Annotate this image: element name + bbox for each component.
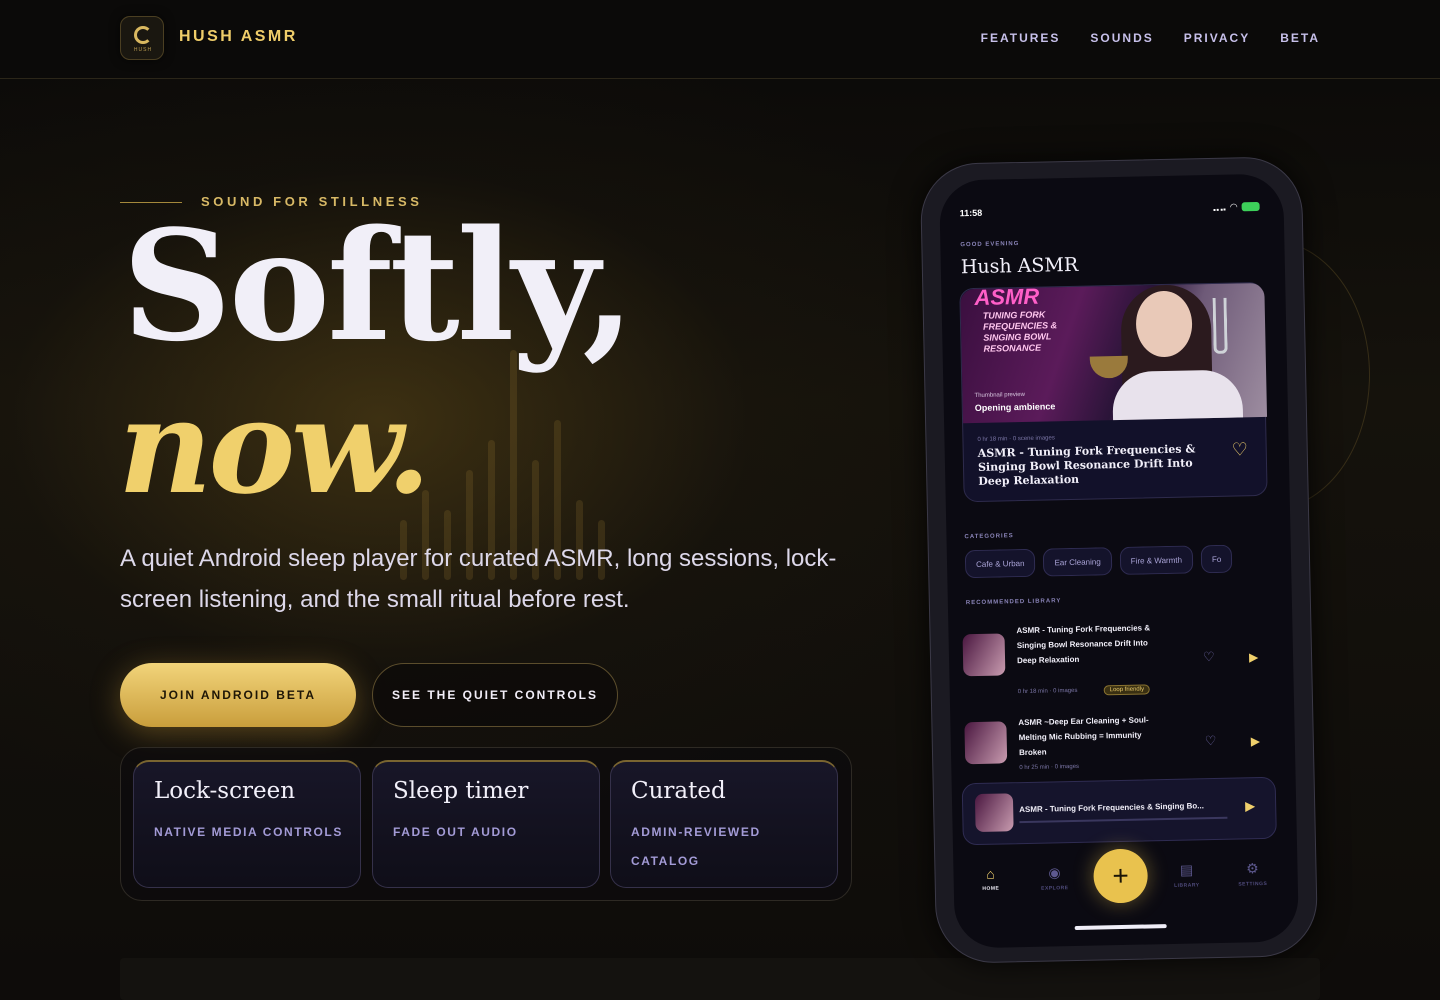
mini-player[interactable]: ASMR - Tuning Fork Frequencies & Singing… [961,776,1277,846]
feature-subtitle: NATIVE MEDIA CONTROLS [154,825,343,839]
feature-card-sleep-timer: Sleep timer FADE OUT AUDIO [372,760,600,888]
tab-library[interactable]: ▤ LIBRARY [1161,861,1212,889]
feature-subtitle: ADMIN-REVIEWED CATALOG [631,825,761,868]
battery-icon [1241,201,1260,212]
categories-label: CATEGORIES [964,533,1014,541]
category-chip[interactable]: Fire & Warmth [1119,545,1194,575]
row-meta: 0 hr 18 min · 0 images [1017,687,1078,696]
feature-title: Curated [631,778,726,804]
feature-cards: Lock-screen NATIVE MEDIA CONTROLS Sleep … [120,747,852,901]
mini-player-play-icon[interactable]: ▶ [1245,798,1255,814]
nav-link-beta[interactable]: BETA [1280,31,1320,45]
thumbnail-preview-label: Thumbnail preview [974,391,1025,399]
signal-icon [1213,203,1226,211]
tab-settings[interactable]: ⚙ SETTINGS [1227,860,1278,888]
moon-icon [134,26,152,44]
category-chip[interactable]: Fo [1200,544,1233,574]
join-beta-button[interactable]: JOIN ANDROID BETA [120,663,356,727]
row-thumbnail [964,721,1008,765]
tab-home[interactable]: ⌂ HOME [965,865,1016,892]
row-meta: 0 hr 25 min · 0 images [1019,763,1080,772]
row-play-icon[interactable]: ▶ [1251,734,1261,748]
tuning-fork [1212,297,1228,354]
status-time: 11:58 [959,207,983,219]
phone-mockup: 11:58 ◠ GOOD EVENING Hush ASMR ASMR TUNI… [919,156,1319,964]
mini-player-thumbnail [974,793,1014,833]
tab-explore[interactable]: ◉ EXPLORE [1029,864,1080,892]
library-label: RECOMMENDED LIBRARY [965,598,1062,607]
featured-title: ASMR - Tuning Fork Frequencies & Singing… [977,442,1196,488]
nav-link-features[interactable]: FEATURES [981,31,1061,45]
tab-label: LIBRARY [1173,882,1200,889]
thumbnail-heading: ASMR [974,283,1040,310]
favorite-heart-icon[interactable]: ♡ [1232,439,1249,460]
featured-session-card[interactable]: ASMR TUNING FORK FREQUENCIES & SINGING B… [959,281,1268,503]
row-title: ASMR ~Deep Ear Cleaning + Soul-Melting M… [1018,715,1149,758]
app-logo[interactable]: HUSH [120,16,164,60]
feature-title: Lock-screen [154,778,296,804]
library-icon: ▤ [1179,861,1194,878]
top-navigation: HUSH HUSH ASMR FEATURES SOUNDS PRIVACY B… [0,0,1440,79]
feature-card-lockscreen: Lock-screen NATIVE MEDIA CONTROLS [133,760,361,888]
feature-title: Sleep timer [393,778,529,804]
app-title: Hush ASMR [960,253,1079,279]
phone-screen: 11:58 ◠ GOOD EVENING Hush ASMR ASMR TUNI… [939,173,1300,949]
wifi-icon: ◠ [1229,201,1238,212]
status-icons: ◠ [1213,201,1260,213]
mini-player-title: ASMR - Tuning Fork Frequencies & Singing… [1019,801,1205,815]
tab-label: SETTINGS [1238,880,1268,888]
bottom-tab-bar: ⌂ HOME ◉ EXPLORE + ▤ LIBRARY ⚙ SETTINGS [953,848,1298,926]
library-row[interactable]: ASMR ~Deep Ear Cleaning + Soul-Melting M… [964,710,1275,776]
thumbnail-caption: Opening ambience [974,401,1056,413]
category-chip[interactable]: Cafe & Urban [964,548,1036,579]
quiet-controls-button[interactable]: SEE THE QUIET CONTROLS [372,663,618,727]
row-heart-icon[interactable]: ♡ [1205,733,1217,749]
mini-player-progress[interactable] [1019,816,1228,824]
hero-title-line1: Softly, [122,196,635,375]
next-section-edge [120,958,1320,1000]
hero-lead: A quiet Android sleep player for curated… [120,545,837,613]
row-thumbnail [962,633,1006,677]
row-heart-icon[interactable]: ♡ [1203,649,1215,665]
feature-subtitle: FADE OUT AUDIO [393,825,518,839]
gear-icon: ⚙ [1246,860,1259,877]
featured-thumbnail: ASMR TUNING FORK FREQUENCIES & SINGING B… [960,282,1268,424]
tab-label: HOME [982,885,1000,892]
library-row[interactable]: ASMR - Tuning Fork Frequencies & Singing… [962,618,1274,704]
feature-card-curated: Curated ADMIN-REVIEWED CATALOG [610,760,838,888]
loop-friendly-badge: Loop friendly [1103,684,1151,696]
compass-icon: ◉ [1048,864,1061,881]
featured-meta: 0 hr 18 min · 0 scene images [977,435,1055,443]
hero-title-line2: now. [118,370,431,523]
home-icon: ⌂ [986,865,995,882]
home-indicator [1074,924,1167,931]
nav-link-privacy[interactable]: PRIVACY [1184,31,1250,45]
tab-label: EXPLORE [1041,885,1069,892]
brand-name[interactable]: HUSH ASMR [179,28,298,46]
row-play-icon[interactable]: ▶ [1249,650,1259,664]
greeting: GOOD EVENING [960,241,1020,249]
row-title: ASMR - Tuning Fork Frequencies & Singing… [1016,623,1151,666]
category-chip[interactable]: Ear Cleaning [1043,547,1113,577]
add-button[interactable]: + [1093,848,1149,904]
nav-links: FEATURES SOUNDS PRIVACY BETA [981,31,1320,45]
category-chips: Cafe & Urban Ear Cleaning Fire & Warmth … [964,544,1286,579]
thumbnail-figure-body [1112,369,1244,424]
thumbnail-text: TUNING FORK FREQUENCIES & SINGING BOWL R… [982,309,1058,354]
logo-text: HUSH [133,47,153,53]
nav-link-sounds[interactable]: SOUNDS [1090,31,1153,45]
